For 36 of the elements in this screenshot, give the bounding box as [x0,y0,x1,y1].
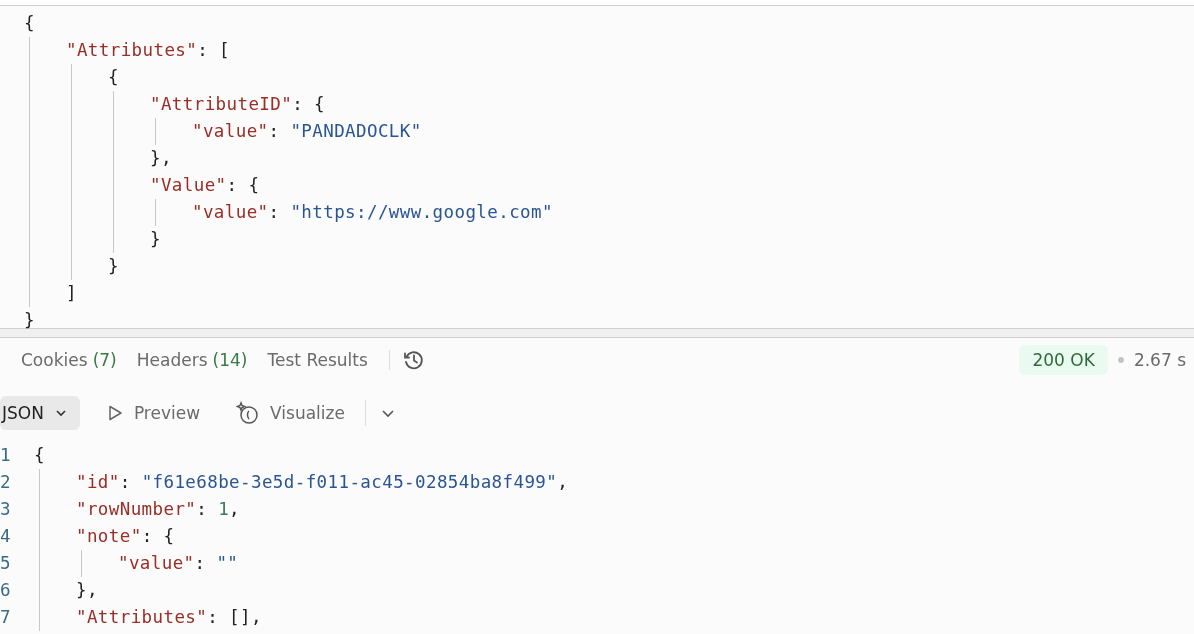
code-line: "Value": { [150,174,260,197]
line-number: 3 [0,498,12,521]
code-line: "value": "PANDADOCLK" [192,120,422,143]
code-line: "id": "f61e68be-3e5d-f011-ac45-02854ba8f499", [76,471,569,494]
line-number: 2 [0,471,12,494]
code-line: { [108,66,119,89]
code-line: "Attributes": [], [76,606,262,629]
code-line: } [24,309,35,332]
code-line: "note": { [76,525,175,548]
code-line: } [150,228,161,251]
line-number: 4 [0,525,12,548]
line-number: 1 [0,444,12,467]
code-line: "value": "" [118,552,239,575]
code-line: }, [76,579,98,602]
line-number: 5 [0,552,12,575]
line-number: 6 [0,579,12,602]
format-dropdown[interactable]: JSON [0,396,80,430]
code-line: { [34,444,45,467]
code-line: "rowNumber": 1, [76,498,241,521]
visualize-button[interactable]: Visualize [226,395,355,431]
response-tab[interactable]: Test Results [258,346,377,374]
code-line: }, [150,147,172,170]
code-line: } [108,255,119,278]
line-number: 7 [0,606,12,629]
response-tab[interactable]: Headers (14) [127,346,257,374]
status-badge: 200 OK [1019,345,1108,375]
history-icon[interactable] [401,348,426,372]
code-line: "value": "https://www.google.com" [192,201,553,224]
code-line: "Attributes": [ [66,39,231,62]
code-line: { [24,12,35,35]
sparkle-icon [236,401,261,425]
response-tab[interactable]: Cookies (7) [12,346,126,374]
code-line: ] [66,282,77,305]
code-line: "AttributeID": { [150,93,325,116]
preview-button[interactable]: Preview [95,397,211,429]
response-time: 2.67 s [1133,350,1186,370]
